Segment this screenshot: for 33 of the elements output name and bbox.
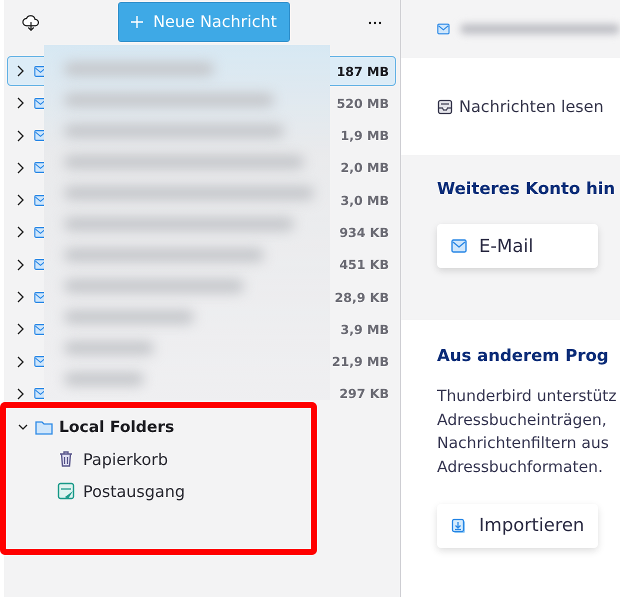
cloud-download-icon (22, 14, 40, 32)
folder-label[interactable]: Papierkorb (83, 450, 168, 469)
inbox-icon (437, 98, 453, 114)
description-text: Thunderbird unterstütz (437, 386, 617, 407)
section-heading: Weiteres Konto hin (437, 179, 616, 198)
read-messages-link[interactable]: Nachrichten lesen (459, 97, 604, 116)
import-button[interactable]: Importieren (437, 504, 598, 548)
folder-size: 2,0 MB (340, 160, 389, 176)
folder-size: 520 MB (336, 96, 389, 111)
folder-icon (35, 419, 53, 436)
description-text: Adressbuchformaten. (437, 457, 603, 478)
trash-icon (57, 450, 75, 468)
description-text: Nachrichtenfiltern aus (437, 433, 609, 454)
description-text: Adressbucheinträgen, (437, 410, 607, 431)
mail-icon (437, 21, 450, 37)
folder-size: 451 KB (339, 257, 389, 272)
folder-label[interactable]: Local Folders (59, 418, 174, 436)
folder-size: 187 MB (336, 64, 389, 78)
plus-icon (131, 16, 144, 28)
outbox-icon (57, 482, 75, 500)
section-heading: Aus anderem Prog (437, 346, 610, 365)
more-icon[interactable] (368, 20, 382, 24)
folder-label[interactable]: Postausgang (83, 482, 186, 501)
folder-size: 934 KB (339, 224, 389, 240)
folder-size: 3,0 MB (340, 192, 389, 208)
folder-size: 21,9 MB (332, 354, 389, 370)
mail-icon (451, 238, 467, 254)
folder-size: 28,9 KB (334, 290, 389, 305)
folder-size: 3,9 MB (340, 322, 389, 337)
folder-size: 297 KB (339, 386, 389, 402)
import-icon (451, 518, 467, 534)
folder-size: 1,9 MB (340, 128, 389, 144)
email-button[interactable]: E-Mail (437, 224, 598, 268)
